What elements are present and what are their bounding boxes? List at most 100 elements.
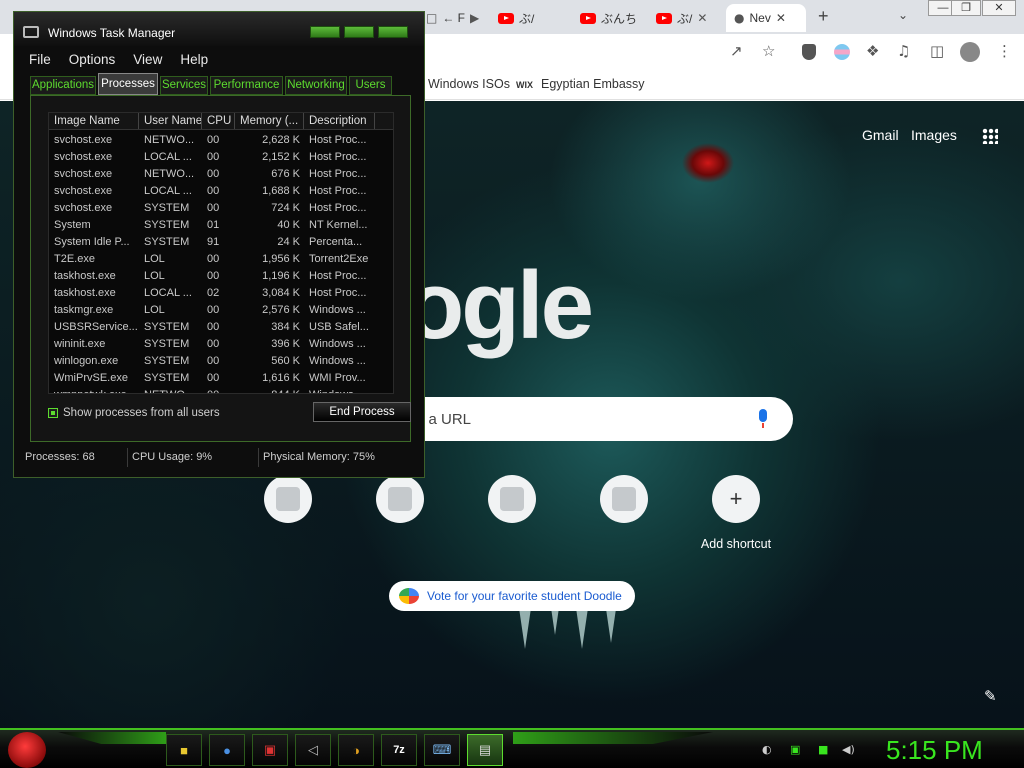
bookmark-egyptian-embassy[interactable]: WIX Egyptian Embassy: [516, 77, 645, 91]
table-row[interactable]: taskhost.exe LOCAL ... 02 3,084 K Host Proc.…: [49, 285, 393, 302]
process-name: taskhost.exe: [54, 270, 116, 282]
process-user: LOL: [144, 304, 165, 316]
tab-2[interactable]: ぶ/: [490, 4, 568, 32]
table-row[interactable]: WmiPrvSE.exe SYSTEM 00 1,616 K WMI Prov...: [49, 370, 393, 387]
close-button[interactable]: ✕: [982, 0, 1016, 16]
menu-icon[interactable]: ⋮: [997, 42, 1012, 60]
add-shortcut-button[interactable]: + Add shortcut: [680, 475, 792, 551]
bookmark-windows-isos[interactable]: Windows ISOs: [428, 77, 510, 91]
column-description[interactable]: Description: [304, 113, 375, 129]
table-row[interactable]: svchost.exe LOCAL ... 00 2,152 K Host Proc..…: [49, 149, 393, 166]
search-box[interactable]: e a URL: [400, 397, 793, 441]
table-row[interactable]: System Idle P... SYSTEM 91 24 K Percenta...: [49, 234, 393, 251]
menu-file[interactable]: File: [29, 52, 51, 67]
tab-users[interactable]: Users: [349, 76, 392, 95]
table-row[interactable]: svchost.exe SYSTEM 00 724 K Host Proc...: [49, 200, 393, 217]
volume-icon[interactable]: ◀): [842, 743, 855, 756]
doodle-promo[interactable]: Vote for your favorite student Doodle: [389, 581, 635, 611]
table-row[interactable]: taskmgr.exe LOL 00 2,576 K Windows ...: [49, 302, 393, 319]
apps-grid-icon[interactable]: [982, 128, 998, 144]
process-description: Host Proc...: [309, 202, 367, 214]
puzzle-icon[interactable]: ❖: [866, 42, 879, 60]
tab-3[interactable]: ぶんち: [572, 4, 644, 32]
table-row[interactable]: svchost.exe NETWO... 00 676 K Host Proc...: [49, 166, 393, 183]
speaker-icon[interactable]: ◁: [295, 734, 331, 766]
tab-1[interactable]: □ ← F ▶: [418, 4, 488, 32]
process-description: USB Safel...: [309, 321, 369, 333]
tab-newtab[interactable]: ● Nev ✕: [726, 4, 806, 32]
process-memory: 1,616 K: [262, 372, 300, 384]
star-icon[interactable]: ☆: [762, 42, 775, 60]
taskbar-decoration: [513, 732, 713, 744]
close-button[interactable]: [378, 26, 408, 38]
sidepanel-icon[interactable]: ◫: [930, 42, 944, 60]
table-row[interactable]: svchost.exe LOCAL ... 00 1,688 K Host Proc..…: [49, 183, 393, 200]
extension-icon[interactable]: [834, 44, 850, 60]
table-row[interactable]: wmpnetwk.exeNETWO...00844 KWindows ...: [49, 387, 393, 393]
images-link[interactable]: Images: [911, 127, 957, 143]
process-list: Image Name User Name CPU Memory (... Des…: [48, 112, 394, 394]
minimize-button[interactable]: [310, 26, 340, 38]
shortcut-icon: [276, 487, 300, 511]
new-tab-button[interactable]: +: [818, 6, 829, 27]
shortcut-icon: [500, 487, 524, 511]
show-all-checkbox[interactable]: [48, 408, 58, 418]
menu-view[interactable]: View: [133, 52, 162, 67]
tray-app-icon[interactable]: ▣: [790, 743, 800, 756]
shortcut-tile[interactable]: [344, 475, 456, 537]
title-bar[interactable]: Windows Task Manager: [14, 12, 424, 46]
share-icon[interactable]: ↗: [730, 42, 743, 60]
media-icon[interactable]: ♫: [897, 42, 910, 60]
shortcut-circle: [264, 475, 312, 523]
tray-clock-icon[interactable]: ◐: [762, 743, 772, 756]
taskbar-clock[interactable]: 5:15 PM: [886, 735, 983, 766]
table-row[interactable]: winlogon.exe SYSTEM 00 560 K Windows ...: [49, 353, 393, 370]
tab-search-button[interactable]: ⌄: [898, 8, 908, 22]
network-icon[interactable]: ◑: [338, 734, 374, 766]
maximize-button[interactable]: [344, 26, 374, 38]
table-row[interactable]: USBSRService... SYSTEM 00 384 K USB Safel...: [49, 319, 393, 336]
taskmgr-icon[interactable]: ▤: [467, 734, 503, 766]
tab-services[interactable]: Services: [160, 76, 208, 95]
start-button[interactable]: [8, 732, 46, 768]
menu-help[interactable]: Help: [180, 52, 208, 67]
gmail-link[interactable]: Gmail: [862, 127, 899, 143]
shortcut-tile[interactable]: [456, 475, 568, 537]
table-row[interactable]: svchost.exe NETWO... 00 2,628 K Host Proc...: [49, 132, 393, 149]
table-row[interactable]: T2E.exe LOL 00 1,956 K Torrent2Exe: [49, 251, 393, 268]
7zip-icon[interactable]: 7z: [381, 734, 417, 766]
chrome-icon[interactable]: ●: [209, 734, 245, 766]
table-row[interactable]: taskhost.exe LOL 00 1,196 K Host Proc...: [49, 268, 393, 285]
app-icon[interactable]: ▣: [252, 734, 288, 766]
tab-networking[interactable]: Networking: [285, 76, 347, 95]
ublock-icon[interactable]: [802, 44, 816, 60]
end-process-button[interactable]: End Process: [313, 402, 411, 422]
tab-performance[interactable]: Performance: [210, 76, 283, 95]
pencil-icon[interactable]: ✎: [984, 687, 997, 705]
shortcut-tile[interactable]: [232, 475, 344, 537]
tab-title: ぶ/: [677, 11, 693, 26]
column-user-name[interactable]: User Name: [139, 113, 202, 129]
keyboard-icon[interactable]: ⌨: [424, 734, 460, 766]
show-all-processes[interactable]: Show processes from all users: [48, 407, 220, 419]
mute-icon[interactable]: ✕: [697, 11, 707, 25]
profile-icon[interactable]: [960, 42, 980, 62]
table-row[interactable]: wininit.exe SYSTEM 00 396 K Windows ...: [49, 336, 393, 353]
mic-icon[interactable]: [759, 409, 767, 428]
tab-processes[interactable]: Processes: [98, 73, 158, 95]
menu-bar: File Options View Help: [14, 48, 424, 70]
column-image-name[interactable]: Image Name: [49, 113, 139, 129]
tab-4[interactable]: ぶ/ ✕: [648, 4, 724, 32]
column-cpu[interactable]: CPU: [202, 113, 235, 129]
table-row[interactable]: System SYSTEM 01 40 K NT Kernel...: [49, 217, 393, 234]
close-icon[interactable]: ✕: [776, 11, 786, 25]
shortcut-tile[interactable]: [568, 475, 680, 537]
column-memory[interactable]: Memory (...: [235, 113, 304, 129]
menu-options[interactable]: Options: [69, 52, 116, 67]
tab-applications[interactable]: Applications: [30, 76, 96, 95]
explorer-icon[interactable]: ■: [166, 734, 202, 766]
audio-icon[interactable]: ▶: [470, 11, 479, 25]
tray-taskmgr-icon[interactable]: ■: [818, 743, 828, 756]
maximize-button[interactable]: ❐: [951, 0, 981, 16]
window-title: Windows Task Manager: [48, 26, 176, 40]
